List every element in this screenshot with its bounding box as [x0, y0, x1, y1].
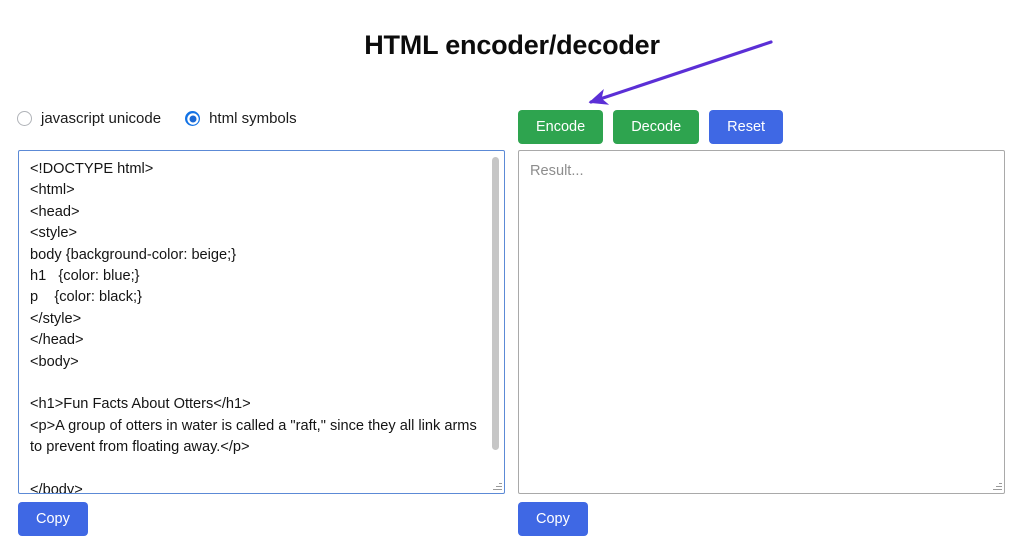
result-placeholder: Result... — [530, 163, 584, 179]
result-resize-handle[interactable] — [990, 479, 1003, 492]
encode-button[interactable]: Encode — [518, 110, 604, 144]
encoding-mode-radio-group[interactable]: javascript unicode html symbols — [17, 110, 297, 127]
radio-icon-checked[interactable] — [185, 111, 201, 126]
radio-option-html-symbols[interactable]: html symbols — [185, 110, 297, 127]
radio-label-html-symbols: html symbols — [209, 110, 297, 127]
radio-icon-unchecked[interactable] — [17, 111, 32, 126]
input-resize-handle[interactable] — [490, 479, 503, 492]
input-scrollbar[interactable] — [489, 153, 502, 491]
page-title: HTML encoder/decoder — [364, 30, 660, 60]
decode-button[interactable]: Decode — [613, 110, 700, 144]
copy-result-button[interactable]: Copy — [518, 502, 588, 536]
copy-input-button[interactable]: Copy — [18, 502, 88, 536]
input-scrollbar-thumb[interactable] — [492, 157, 499, 450]
input-textarea-value[interactable]: <!DOCTYPE html> <html> <head> <style> bo… — [30, 159, 484, 493]
radio-label-javascript-unicode: javascript unicode — [41, 110, 162, 127]
reset-button[interactable]: Reset — [709, 110, 784, 144]
result-textarea[interactable]: Result... — [518, 150, 1005, 494]
action-button-row: Encode Decode Reset — [518, 110, 784, 144]
radio-option-javascript-unicode[interactable]: javascript unicode — [17, 110, 161, 127]
input-textarea[interactable]: <!DOCTYPE html> <html> <head> <style> bo… — [18, 150, 505, 494]
